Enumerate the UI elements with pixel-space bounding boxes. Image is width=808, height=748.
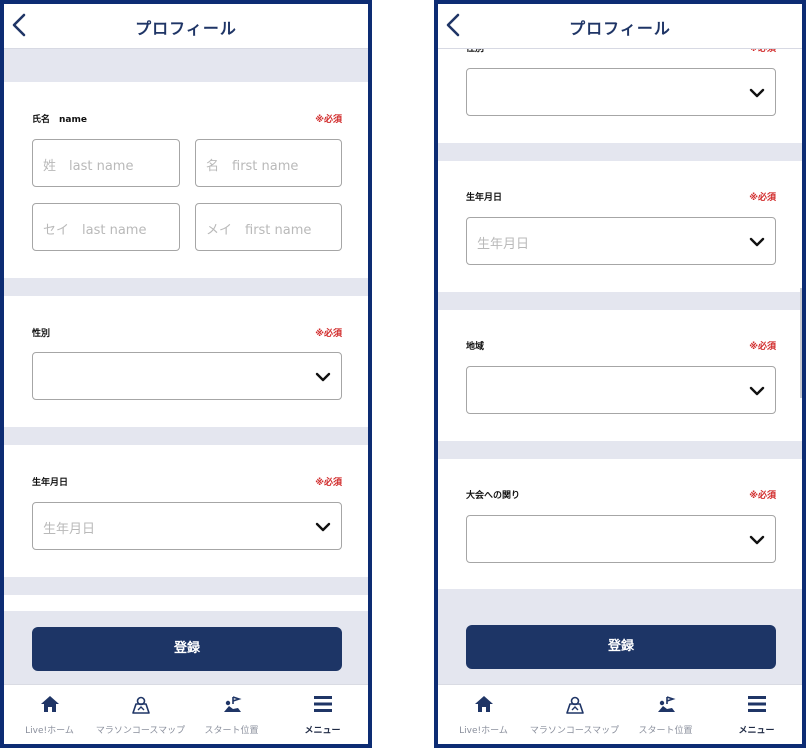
home-icon [40, 696, 59, 712]
last-name-kana-placeholder: セイ last name [43, 223, 147, 238]
tab-live-home[interactable]: Live!ホーム [4, 685, 95, 744]
section-separator [438, 143, 802, 161]
start-position-icon [657, 696, 676, 712]
tab-menu[interactable]: メニュー [277, 685, 368, 744]
tab-course-map[interactable]: マラソンコースマップ [529, 685, 620, 744]
relation-section: 大会への関り ※必須 [438, 459, 802, 589]
section-separator [4, 577, 368, 595]
submit-button[interactable]: 登録 [466, 625, 776, 669]
form-content: 氏名 name ※必須 姓 last name 名 first name セイ … [4, 48, 368, 684]
tab-label: メニュー [304, 726, 341, 736]
birthdate-placeholder: 生年月日 [43, 522, 96, 537]
first-name-input[interactable]: 名 first name [195, 139, 342, 187]
section-separator [438, 441, 802, 459]
required-badge: ※必須 [315, 478, 342, 488]
submit-area: 登録 [4, 611, 368, 684]
bottom-tab-bar: Live!ホーム マラソンコースマップ スタート位置 メニュー [438, 684, 802, 744]
birthdate-select[interactable]: 生年月日 [32, 502, 342, 550]
region-label: 地域 [466, 342, 485, 352]
relation-label: 大会への関り [466, 491, 521, 501]
menu-icon [313, 696, 332, 712]
tab-label: Live!ホーム [25, 726, 74, 736]
header-bar: プロフィール [4, 4, 368, 49]
required-badge: ※必須 [315, 329, 342, 339]
submit-button[interactable]: 登録 [32, 627, 342, 671]
page-title: プロフィール [135, 19, 237, 38]
tab-label: Live!ホーム [459, 726, 508, 736]
chevron-down-icon [749, 88, 765, 98]
chevron-down-icon [315, 372, 331, 382]
gender-section: 性別 ※必須 [4, 296, 368, 427]
tab-label: スタート位置 [204, 726, 259, 736]
tab-label: マラソンコースマップ [529, 726, 620, 736]
name-section: 氏名 name ※必須 姓 last name 名 first name セイ … [4, 82, 368, 278]
first-name-placeholder: 名 first name [206, 159, 299, 174]
region-section: 地域 ※必須 [438, 310, 802, 441]
map-icon [131, 696, 150, 714]
section-separator [4, 48, 368, 82]
first-name-kana-input[interactable]: メイ first name [195, 203, 342, 251]
chevron-down-icon [749, 386, 765, 396]
header-bar: プロフィール [438, 4, 802, 49]
birthdate-section: 生年月日 ※必須 生年月日 [438, 161, 802, 292]
first-name-kana-placeholder: メイ first name [206, 223, 312, 238]
tab-course-map[interactable]: マラソンコースマップ [95, 685, 186, 744]
chevron-down-icon [749, 237, 765, 247]
region-select[interactable] [466, 366, 776, 414]
gender-section: 性別 ※必須 [438, 48, 802, 143]
required-badge: ※必須 [749, 193, 776, 203]
tab-start-position[interactable]: スタート位置 [186, 685, 277, 744]
gender-label: 性別 [32, 329, 51, 339]
required-badge: ※必須 [749, 491, 776, 501]
phone-screen-profile-scrolled: プロフィール 性別 ※必須 生年月日 ※必須 生年月日 地域 ※必須 大会への関… [434, 0, 806, 748]
relation-select[interactable] [466, 515, 776, 563]
last-name-placeholder: 姓 last name [43, 159, 134, 174]
required-badge: ※必須 [749, 342, 776, 352]
last-name-kana-input[interactable]: セイ last name [32, 203, 180, 251]
chevron-down-icon [315, 522, 331, 532]
tab-label: スタート位置 [638, 726, 693, 736]
bottom-tab-bar: Live!ホーム マラソンコースマップ スタート位置 メニュー [4, 684, 368, 744]
birthdate-label: 生年月日 [466, 193, 503, 203]
next-section-edge [4, 595, 368, 611]
gender-select[interactable] [32, 352, 342, 400]
required-badge: ※必須 [315, 115, 342, 125]
tab-start-position[interactable]: スタート位置 [620, 685, 711, 744]
start-position-icon [223, 696, 242, 712]
birthdate-label: 生年月日 [32, 478, 69, 488]
section-separator [438, 292, 802, 310]
form-content[interactable]: 性別 ※必須 生年月日 ※必須 生年月日 地域 ※必須 大会への関り ※必須 登… [438, 48, 802, 684]
last-name-input[interactable]: 姓 last name [32, 139, 180, 187]
section-separator [4, 278, 368, 296]
menu-icon [747, 696, 766, 712]
scrollbar[interactable] [800, 288, 802, 398]
page-title: プロフィール [569, 19, 671, 38]
tab-label: マラソンコースマップ [95, 726, 186, 736]
tab-live-home[interactable]: Live!ホーム [438, 685, 529, 744]
tab-label: メニュー [738, 726, 775, 736]
section-separator [4, 427, 368, 445]
birthdate-placeholder: 生年月日 [477, 237, 530, 252]
name-label: 氏名 name [32, 115, 87, 125]
birthdate-select[interactable]: 生年月日 [466, 217, 776, 265]
map-icon [565, 696, 584, 714]
tab-menu[interactable]: メニュー [711, 685, 802, 744]
submit-area: 登録 [438, 589, 802, 684]
home-icon [474, 696, 493, 712]
chevron-down-icon [749, 535, 765, 545]
phone-screen-profile-top: プロフィール 氏名 name ※必須 姓 last name 名 first n… [0, 0, 372, 748]
birthdate-section: 生年月日 ※必須 生年月日 [4, 445, 368, 577]
gender-select[interactable] [466, 68, 776, 116]
